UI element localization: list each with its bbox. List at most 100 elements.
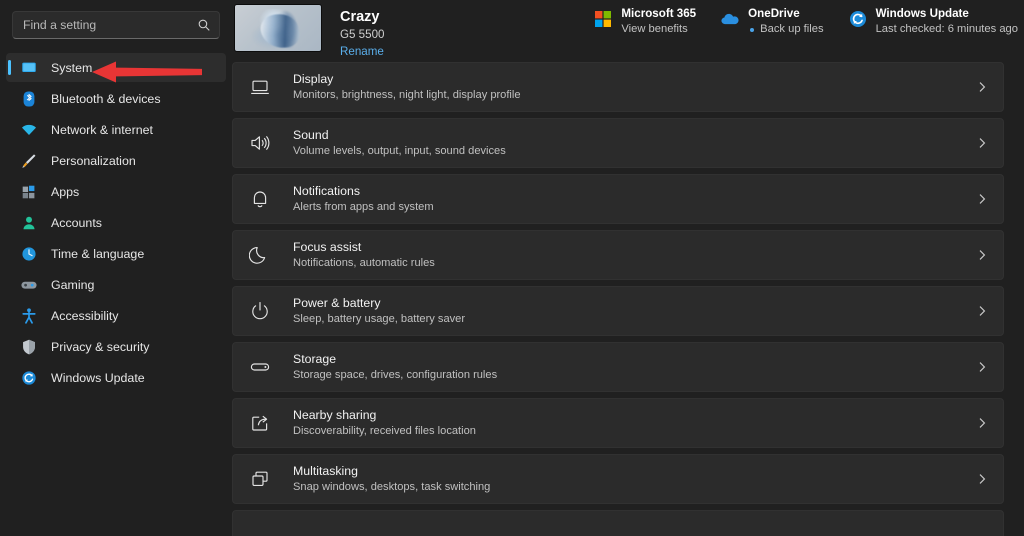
search-box[interactable] bbox=[12, 11, 220, 39]
device-name: Crazy bbox=[340, 9, 380, 25]
status-title: OneDrive bbox=[748, 7, 800, 20]
sidebar-item-bluetooth-devices[interactable]: Bluetooth & devices bbox=[6, 84, 226, 113]
row-title: Power & battery bbox=[293, 296, 381, 310]
sidebar-item-time-language[interactable]: Time & language bbox=[6, 239, 226, 268]
chevron-right-icon[interactable] bbox=[975, 80, 989, 94]
settings-row-focus-assist[interactable]: Focus assist Notifications, automatic ru… bbox=[232, 230, 1004, 280]
sidebar-item-label: Accessibility bbox=[51, 308, 119, 323]
gamepad-icon bbox=[20, 276, 38, 294]
sidebar-item-privacy-security[interactable]: Privacy & security bbox=[6, 332, 226, 361]
shield-icon bbox=[20, 338, 38, 356]
drive-icon bbox=[249, 356, 271, 378]
settings-window: System Bluetooth & devices Network & int… bbox=[0, 0, 1024, 536]
sidebar-item-accessibility[interactable]: Accessibility bbox=[6, 301, 226, 330]
status-title: Microsoft 365 bbox=[621, 7, 697, 20]
row-title: Storage bbox=[293, 352, 337, 366]
chevron-right-icon[interactable] bbox=[975, 136, 989, 150]
bell-icon bbox=[249, 188, 271, 210]
settings-row-sound[interactable]: Sound Volume levels, output, input, soun… bbox=[232, 118, 1004, 168]
main-content: Crazy G5 5500 Rename Microsoft 365 View … bbox=[232, 0, 1024, 536]
status-subtitle: View benefits bbox=[621, 23, 688, 35]
sidebar: System Bluetooth & devices Network & int… bbox=[0, 0, 232, 536]
accessibility-icon bbox=[20, 307, 38, 325]
settings-row-partial-next[interactable] bbox=[232, 510, 1004, 536]
row-title: Multitasking bbox=[293, 464, 358, 478]
power-icon bbox=[249, 300, 271, 322]
sidebar-item-label: Time & language bbox=[51, 246, 145, 261]
sidebar-item-label: Network & internet bbox=[51, 122, 153, 137]
row-title: Sound bbox=[293, 128, 329, 142]
search-icon[interactable] bbox=[197, 18, 211, 32]
chevron-right-icon[interactable] bbox=[975, 472, 989, 486]
device-thumbnail bbox=[234, 4, 322, 52]
row-subtitle: Notifications, automatic rules bbox=[293, 257, 435, 269]
row-subtitle: Volume levels, output, input, sound devi… bbox=[293, 145, 506, 157]
onedrive-cloud-icon bbox=[720, 9, 740, 29]
update-icon bbox=[20, 369, 38, 387]
speaker-icon bbox=[249, 132, 271, 154]
sidebar-item-label: Accounts bbox=[51, 215, 102, 230]
chevron-right-icon[interactable] bbox=[975, 304, 989, 318]
search-input[interactable] bbox=[23, 18, 197, 32]
sidebar-item-network-internet[interactable]: Network & internet bbox=[6, 115, 226, 144]
row-title: Notifications bbox=[293, 184, 360, 198]
rename-link[interactable]: Rename bbox=[340, 44, 384, 60]
row-title: Display bbox=[293, 72, 334, 86]
settings-row-multitasking[interactable]: Multitasking Snap windows, desktops, tas… bbox=[232, 454, 1004, 504]
system-icon bbox=[20, 59, 38, 77]
monitor-icon bbox=[249, 76, 271, 98]
sidebar-item-gaming[interactable]: Gaming bbox=[6, 270, 226, 299]
settings-row-display[interactable]: Display Monitors, brightness, night ligh… bbox=[232, 62, 1004, 112]
sidebar-item-system[interactable]: System bbox=[6, 53, 226, 82]
device-header: Crazy G5 5500 Rename Microsoft 365 View … bbox=[232, 0, 1024, 62]
sidebar-item-label: Bluetooth & devices bbox=[51, 91, 161, 106]
sidebar-item-label: Apps bbox=[51, 184, 80, 199]
settings-list: Display Monitors, brightness, night ligh… bbox=[232, 62, 1024, 536]
device-info: Crazy G5 5500 Rename bbox=[340, 4, 384, 60]
chevron-right-icon[interactable] bbox=[975, 360, 989, 374]
row-subtitle: Alerts from apps and system bbox=[293, 201, 434, 213]
account-icon bbox=[20, 214, 38, 232]
wifi-icon bbox=[20, 121, 38, 139]
status-microsoft-365[interactable]: Microsoft 365 View benefits bbox=[593, 6, 696, 37]
sidebar-item-label: Personalization bbox=[51, 153, 136, 168]
row-subtitle: Monitors, brightness, night light, displ… bbox=[293, 89, 521, 101]
sidebar-item-label: Gaming bbox=[51, 277, 95, 292]
sidebar-item-apps[interactable]: Apps bbox=[6, 177, 226, 206]
apps-icon bbox=[20, 183, 38, 201]
row-subtitle: Storage space, drives, configuration rul… bbox=[293, 369, 498, 381]
row-subtitle: Sleep, battery usage, battery saver bbox=[293, 313, 466, 325]
microsoft-logo-icon bbox=[593, 9, 613, 29]
status-subtitle: Last checked: 6 minutes ago bbox=[875, 23, 1018, 35]
status-subtitle: Back up files bbox=[748, 22, 824, 37]
sidebar-item-accounts[interactable]: Accounts bbox=[6, 208, 226, 237]
settings-row-power-battery[interactable]: Power & battery Sleep, battery usage, ba… bbox=[232, 286, 1004, 336]
row-title: Nearby sharing bbox=[293, 408, 377, 422]
chevron-right-icon[interactable] bbox=[975, 416, 989, 430]
chevron-right-icon[interactable] bbox=[975, 192, 989, 206]
clock-icon bbox=[20, 245, 38, 263]
sidebar-nav: System Bluetooth & devices Network & int… bbox=[0, 53, 232, 392]
bluetooth-icon bbox=[20, 90, 38, 108]
sidebar-item-label: Windows Update bbox=[51, 370, 145, 385]
sidebar-item-windows-update[interactable]: Windows Update bbox=[6, 363, 226, 392]
sidebar-item-personalization[interactable]: Personalization bbox=[6, 146, 226, 175]
share-icon bbox=[249, 412, 271, 434]
settings-row-storage[interactable]: Storage Storage space, drives, configura… bbox=[232, 342, 1004, 392]
moon-icon bbox=[249, 244, 271, 266]
sidebar-item-label: System bbox=[51, 60, 93, 75]
header-status-group: Microsoft 365 View benefits OneDrive Bac… bbox=[593, 6, 1018, 37]
row-subtitle: Snap windows, desktops, task switching bbox=[293, 481, 491, 493]
status-windows-update[interactable]: Windows Update Last checked: 6 minutes a… bbox=[848, 6, 1018, 37]
paintbrush-icon bbox=[20, 152, 38, 170]
windows-stack-icon bbox=[249, 468, 271, 490]
chevron-right-icon[interactable] bbox=[975, 248, 989, 262]
settings-row-notifications[interactable]: Notifications Alerts from apps and syste… bbox=[232, 174, 1004, 224]
settings-row-nearby-sharing[interactable]: Nearby sharing Discoverability, received… bbox=[232, 398, 1004, 448]
update-refresh-icon bbox=[848, 9, 868, 29]
status-onedrive[interactable]: OneDrive Back up files bbox=[720, 6, 824, 37]
device-model: G5 5500 bbox=[340, 28, 385, 41]
status-title: Windows Update bbox=[875, 7, 969, 20]
sidebar-item-label: Privacy & security bbox=[51, 339, 150, 354]
row-subtitle: Discoverability, received files location bbox=[293, 425, 476, 437]
